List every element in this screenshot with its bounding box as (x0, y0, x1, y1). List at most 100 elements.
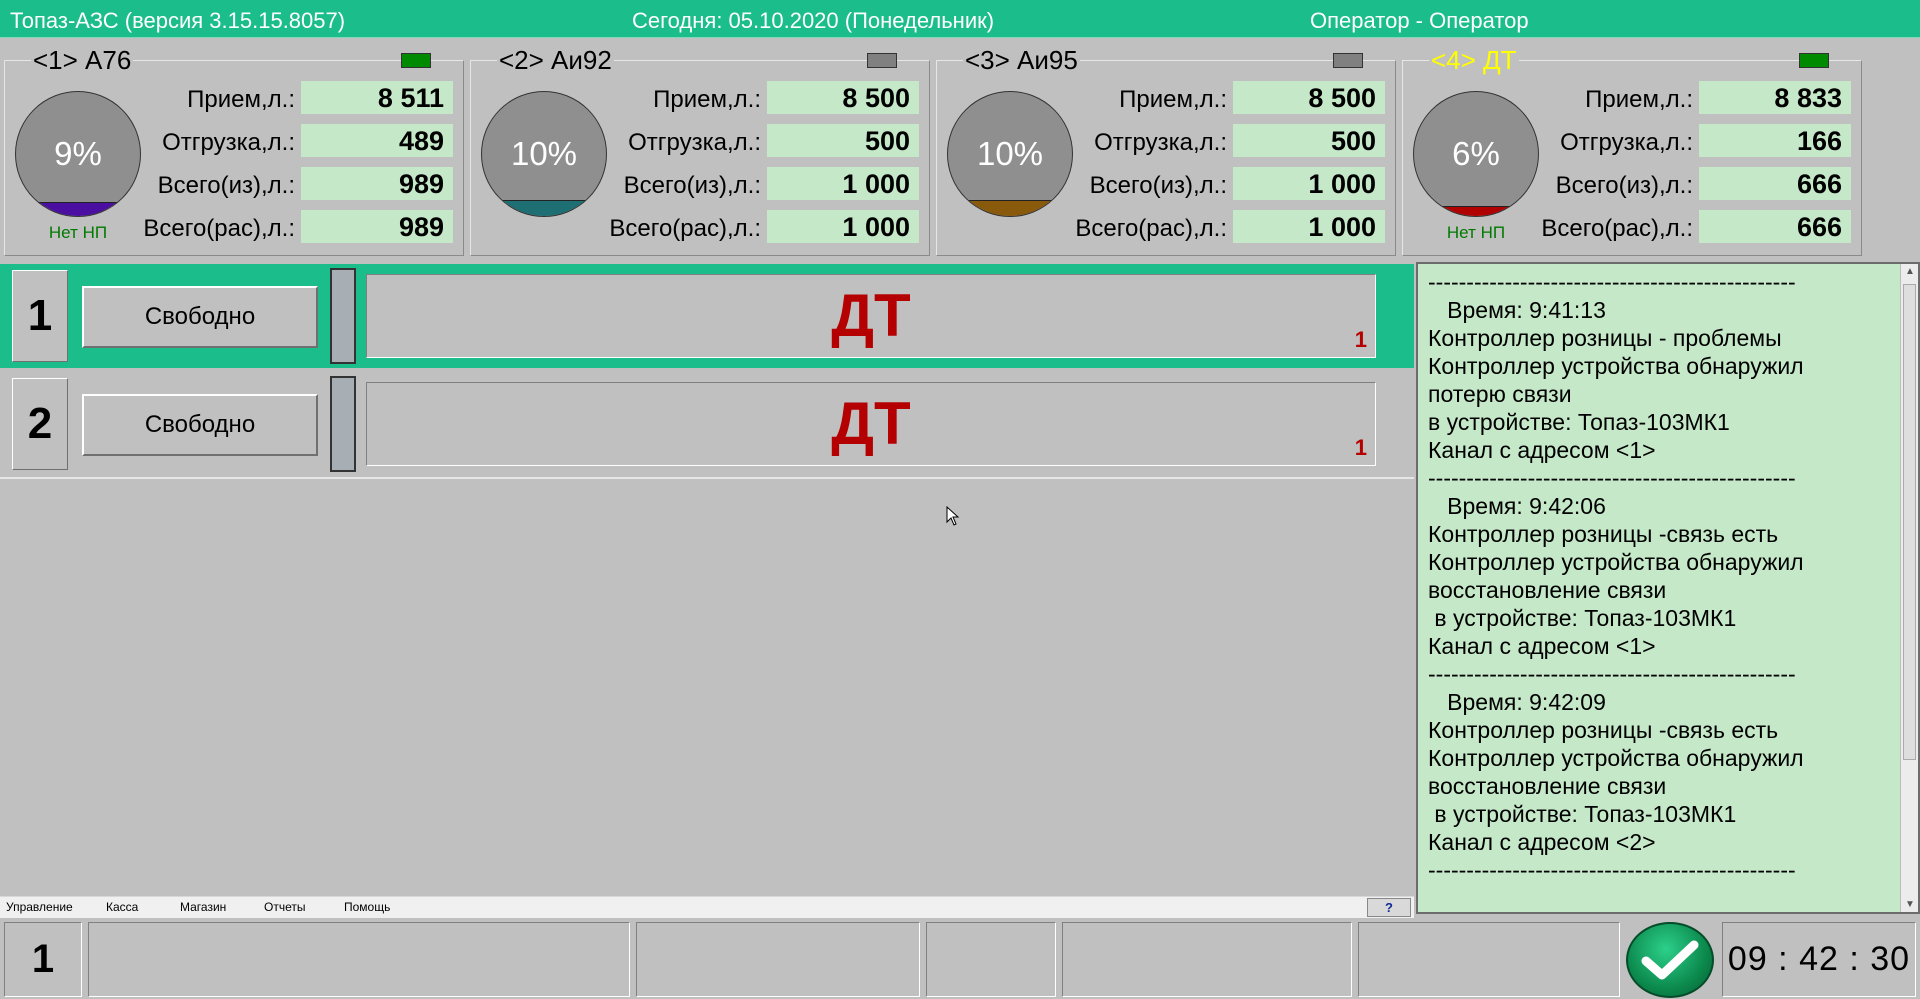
pump-nozzle-panel[interactable]: ДТ 1 (366, 274, 1376, 358)
tank-metric-row: Прием,л.: 8 511 (123, 81, 459, 115)
app-title: Топаз-АЗС (версия 3.15.15.8057) (10, 8, 346, 33)
tank-metric-value: 8 833 (1699, 81, 1851, 114)
pump-number[interactable]: 1 (12, 270, 68, 362)
tank-status-led (1799, 53, 1829, 68)
tank-level-percent: 6% (1452, 135, 1500, 172)
tank-metric-row: Отгрузка,л.: 166 (1521, 124, 1857, 158)
tank-metric-label: Прием,л.: (187, 86, 295, 113)
tank-metric-label: Прием,л.: (1585, 86, 1693, 113)
tank-metric-label: Всего(рас),л.: (1075, 215, 1227, 242)
info-field-4 (1062, 922, 1352, 997)
tank-metric-label: Прием,л.: (1119, 86, 1227, 113)
info-field-1 (88, 922, 630, 997)
tank-metric-value: 1 000 (767, 210, 919, 243)
log-line: Контроллер устройства обнаружил (1428, 353, 1804, 379)
tank-metric-value: 166 (1699, 124, 1851, 157)
fuel-name: ДТ (831, 282, 911, 349)
scroll-down-icon[interactable]: ▼ (1901, 899, 1919, 910)
info-field-3 (926, 922, 1056, 997)
tank-metric-value: 500 (1233, 124, 1385, 157)
log-line: Контроллер устройства обнаружил (1428, 549, 1804, 575)
tank-metric-value: 1 000 (1233, 167, 1385, 200)
tank-2[interactable]: <2> Аи92 10% Прием,л.: 8 500 Отгрузка,л.: 500… (470, 45, 930, 256)
event-log[interactable]: ----------------------------------------… (1416, 262, 1920, 914)
tank-metric-label: Всего(из),л.: (623, 172, 761, 199)
pump-nozzle-panel[interactable]: ДТ 1 (366, 382, 1376, 466)
log-line: Канал с адресом <1> (1428, 437, 1656, 463)
nozzle-number: 1 (1354, 435, 1367, 460)
tank-metric-row: Всего(из),л.: 1 000 (589, 167, 925, 201)
ok-button[interactable] (1626, 922, 1714, 998)
tank-metric-row: Прием,л.: 8 833 (1521, 81, 1857, 115)
tank-metric-row: Всего(рас),л.: 666 (1521, 210, 1857, 244)
tank-metric-label: Прием,л.: (653, 86, 761, 113)
tank-metric-row: Всего(из),л.: 666 (1521, 167, 1857, 201)
tank-metric-value: 989 (301, 210, 453, 243)
tank-metric-row: Отгрузка,л.: 500 (589, 124, 925, 158)
pump-status-button[interactable]: Свободно (82, 394, 318, 456)
tank-1[interactable]: <1> А76 9% Нет НП Прием,л.: 8 511 Отгрузка,л.… (4, 45, 464, 256)
menu-bar: Управление Касса Магазин Отчеты Помощь ? (0, 896, 1414, 918)
clock: 09 : 42 : 30 (1722, 922, 1916, 997)
menu-item-shop[interactable]: Магазин (180, 900, 226, 914)
scrollbar-thumb[interactable] (1903, 284, 1916, 760)
pump-number[interactable]: 2 (12, 378, 68, 470)
pump-status-button[interactable]: Свободно (82, 286, 318, 348)
tank-metric-row: Всего(из),л.: 1 000 (1055, 167, 1391, 201)
pump-1[interactable]: 1 Свободно ДТ 1 (0, 264, 1414, 368)
log-line: ----------------------------------------… (1428, 661, 1796, 687)
tank-metric-value: 8 500 (1233, 81, 1385, 114)
log-line: восстановление связи (1428, 773, 1667, 799)
tank-metric-label: Всего(из),л.: (1555, 172, 1693, 199)
nozzle-number: 1 (1354, 327, 1367, 352)
log-line: ----------------------------------------… (1428, 857, 1796, 883)
tank-status-led (867, 53, 897, 68)
tank-title: <3> Аи95 (963, 45, 1080, 76)
info-field-2 (636, 922, 920, 997)
tank-4[interactable]: <4> ДТ 6% Нет НП Прием,л.: 8 833 Отгрузка,л.:… (1402, 45, 1862, 256)
menu-item-cashdesk[interactable]: Касса (106, 900, 138, 914)
tank-3[interactable]: <3> Аи95 10% Прием,л.: 8 500 Отгрузка,л.: 500… (936, 45, 1396, 256)
tank-metric-label: Отгрузка,л.: (1094, 129, 1227, 156)
tank-metric-label: Всего(рас),л.: (609, 215, 761, 242)
info-field-5 (1358, 922, 1620, 997)
tank-metric-row: Всего(рас),л.: 989 (123, 210, 459, 244)
tank-metric-value: 500 (767, 124, 919, 157)
log-line: ----------------------------------------… (1428, 465, 1796, 491)
tank-title: <2> Аи92 (497, 45, 614, 76)
menu-item-reports[interactable]: Отчеты (264, 900, 305, 914)
tank-status-led (401, 53, 431, 68)
tank-metric-label: Отгрузка,л.: (628, 129, 761, 156)
log-line: Время: 9:42:09 (1428, 689, 1606, 715)
menu-item-help[interactable]: Помощь (344, 900, 390, 914)
pump-area-divider (0, 477, 1414, 479)
log-line: Контроллер розницы - проблемы (1428, 325, 1782, 351)
title-bar: Топаз-АЗС (версия 3.15.15.8057) Сегодня:… (0, 0, 1920, 38)
tank-metric-row: Всего(рас),л.: 1 000 (589, 210, 925, 244)
pump-2[interactable]: 2 Свободно ДТ 1 (0, 372, 1414, 476)
tank-metric-value: 489 (301, 124, 453, 157)
tank-metric-value: 989 (301, 167, 453, 200)
tank-metric-label: Всего(рас),л.: (143, 215, 295, 242)
tank-metric-value: 1 000 (1233, 210, 1385, 243)
log-line: Контроллер устройства обнаружил (1428, 745, 1804, 771)
log-line: Канал с адресом <1> (1428, 633, 1656, 659)
log-line: потерю связи (1428, 381, 1572, 407)
log-line: в устройстве: Топаз-103МК1 (1428, 801, 1737, 827)
checkmark-icon (1641, 940, 1699, 980)
tank-metric-label: Отгрузка,л.: (1560, 129, 1693, 156)
event-log-scrollbar[interactable]: ▲ ▼ (1900, 264, 1918, 912)
tank-metric-label: Всего(из),л.: (1089, 172, 1227, 199)
tank-title: <1> А76 (31, 45, 134, 76)
menu-item-control[interactable]: Управление (6, 900, 73, 914)
help-button[interactable]: ? (1367, 898, 1411, 917)
log-line: ----------------------------------------… (1428, 269, 1796, 295)
tank-level-percent: 10% (976, 135, 1044, 172)
tank-metric-label: Отгрузка,л.: (162, 129, 295, 156)
pump-indicator (330, 268, 356, 364)
tank-metric-label: Всего(из),л.: (157, 172, 295, 199)
tank-level-percent: 9% (54, 135, 102, 172)
tank-metric-row: Всего(рас),л.: 1 000 (1055, 210, 1391, 244)
scroll-up-icon[interactable]: ▲ (1901, 266, 1919, 277)
log-line: Время: 9:41:13 (1428, 297, 1606, 323)
